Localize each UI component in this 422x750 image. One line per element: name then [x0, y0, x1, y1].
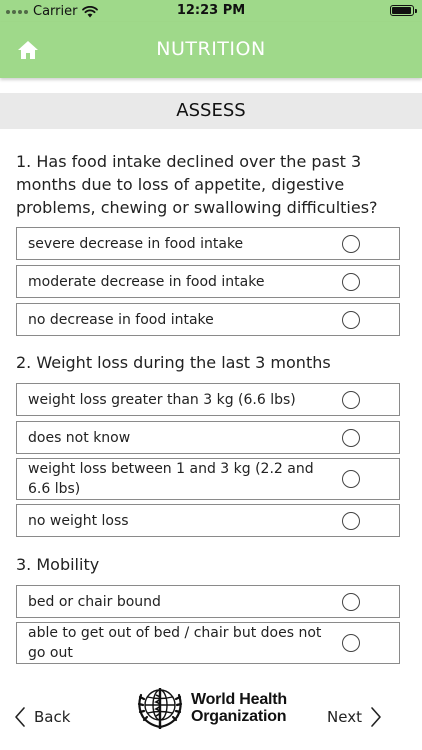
radio-button-icon[interactable] [342, 470, 360, 488]
battery-fill [392, 7, 411, 14]
option-no-decrease[interactable]: no decrease in food intake [16, 303, 400, 336]
radio-button-icon[interactable] [342, 310, 360, 329]
battery-icon [390, 5, 417, 16]
section-title: ASSESS [0, 93, 422, 129]
back-button[interactable]: Back [14, 704, 70, 730]
question-1-text: 1. Has food intake declined over the pas… [16, 152, 378, 217]
option-label: severe decrease in food intake [28, 235, 244, 252]
next-label: Next [327, 708, 362, 726]
back-label: Back [34, 708, 71, 726]
radio-button-icon[interactable] [342, 634, 360, 652]
radio-button-icon[interactable] [342, 511, 360, 530]
option-weight-loss-greater-3kg[interactable]: weight loss greater than 3 kg (6.6 lbs) [16, 383, 400, 416]
page-title: NUTRITION [156, 38, 266, 60]
option-label: able to get out of bed / chair but does … [28, 625, 322, 661]
option-label: moderate decrease in food intake [28, 273, 265, 290]
status-bar: Carrier 12:23 PM [0, 0, 422, 22]
who-wordmark: World Health Organization [191, 691, 287, 725]
question-2-text: 2. Weight loss during the last 3 months [16, 353, 331, 372]
option-label: bed or chair bound [28, 593, 161, 610]
radio-button-icon[interactable] [342, 390, 360, 409]
option-bed-or-chair-bound[interactable]: bed or chair bound [16, 585, 400, 618]
option-label: weight loss between 1 and 3 kg (2.2 and … [28, 461, 314, 497]
option-label: weight loss greater than 3 kg (6.6 lbs) [28, 391, 296, 408]
option-label: no weight loss [28, 512, 129, 529]
option-weight-loss-1-3kg[interactable]: weight loss between 1 and 3 kg (2.2 and … [16, 458, 400, 500]
who-logo: World Health Organization [135, 684, 287, 732]
who-wordmark-line1: World Health [191, 691, 287, 708]
app-header: NUTRITION [0, 22, 422, 78]
option-moderate-decrease[interactable]: moderate decrease in food intake [16, 265, 400, 298]
question-3-text: 3. Mobility [16, 555, 100, 574]
who-wordmark-line2: Organization [191, 708, 287, 725]
option-does-not-know[interactable]: does not know [16, 421, 400, 454]
next-button[interactable]: Next [327, 704, 382, 730]
option-no-weight-loss[interactable]: no weight loss [16, 504, 400, 537]
option-able-to-get-out[interactable]: able to get out of bed / chair but does … [16, 622, 400, 664]
status-time: 12:23 PM [176, 3, 246, 18]
radio-button-icon[interactable] [342, 234, 360, 253]
chevron-right-icon [371, 707, 381, 727]
option-label: no decrease in food intake [28, 311, 214, 328]
radio-button-icon[interactable] [342, 592, 360, 611]
chevron-left-icon [15, 707, 25, 727]
option-label: does not know [28, 429, 131, 446]
option-severe-decrease[interactable]: severe decrease in food intake [16, 227, 400, 260]
radio-button-icon[interactable] [342, 272, 360, 291]
who-emblem-icon [137, 688, 183, 729]
radio-button-icon[interactable] [342, 428, 360, 447]
